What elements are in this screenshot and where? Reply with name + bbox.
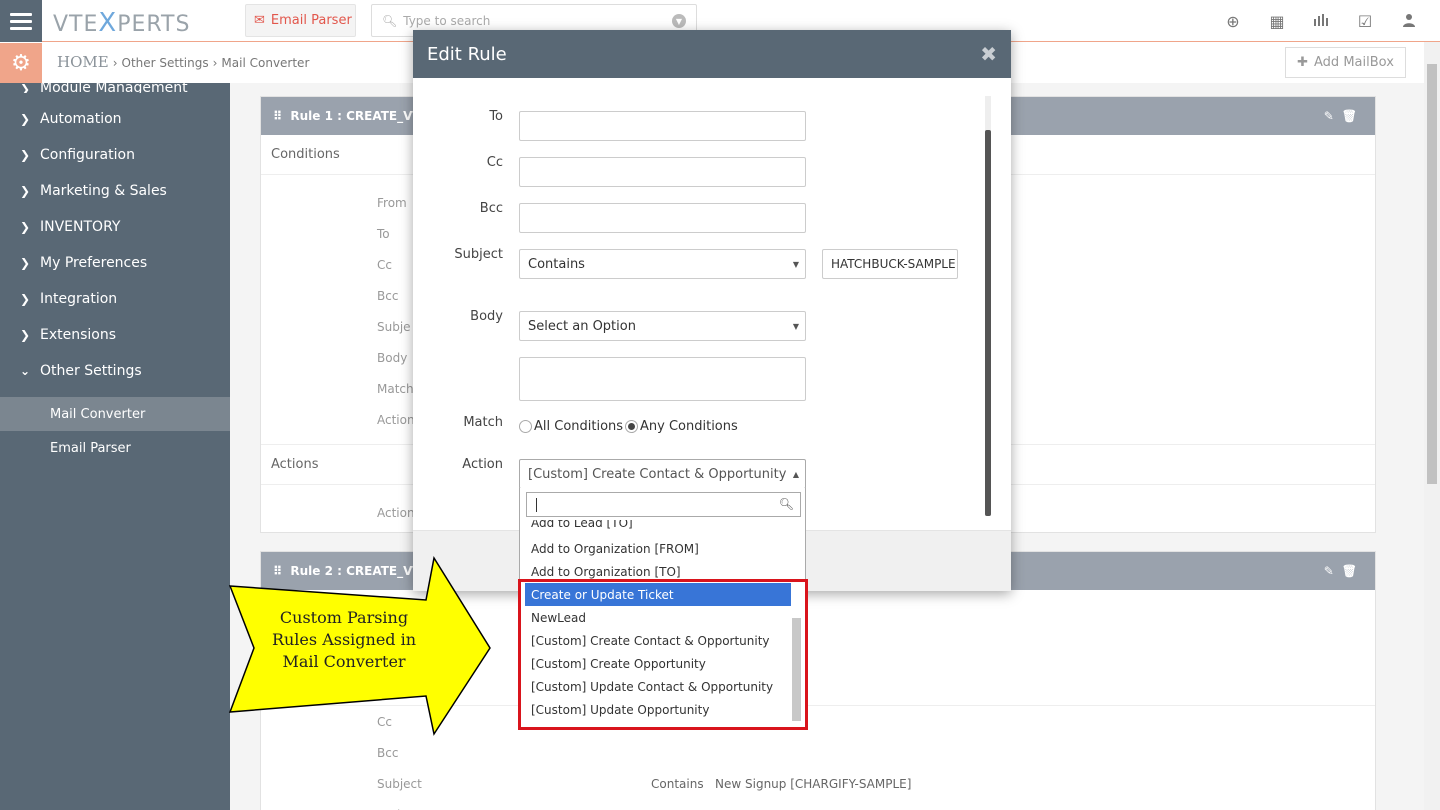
sidebar-subitem-email-parser[interactable]: Email Parser	[0, 431, 230, 465]
gear-icon[interactable]: ⚙	[0, 43, 42, 83]
user-icon[interactable]	[1398, 12, 1420, 31]
chevron-right-icon: ❯	[20, 112, 31, 126]
sidebar-item-extensions[interactable]: ❯ Extensions	[0, 317, 230, 353]
bar-chart-icon[interactable]	[1310, 12, 1332, 31]
action-label: Action	[462, 457, 503, 472]
caret-down-icon: ▼	[792, 260, 799, 269]
chevron-right-icon: ❯	[20, 184, 31, 198]
to-field[interactable]	[519, 111, 806, 141]
search-icon: 🔍︎	[778, 497, 794, 511]
sidebar-item-inventory[interactable]: ❯ INVENTORY	[0, 209, 230, 245]
sidebar-item-module-management[interactable]: ❯ Module Management	[0, 83, 230, 93]
dropdown-option[interactable]: [Custom] Create Opportunity	[525, 652, 791, 675]
match-all-radio[interactable]: All Conditions	[519, 419, 623, 434]
body-textarea[interactable]	[519, 357, 806, 401]
sidebar-item-marketing-sales[interactable]: ❯ Marketing & Sales	[0, 173, 230, 209]
dropdown-option[interactable]: [Custom] Update Opportunity	[525, 698, 791, 721]
field-label: Body	[261, 799, 1375, 810]
menu-icon[interactable]	[0, 0, 42, 42]
action-dropdown-list: 🔍︎ Add to Lead [TO] Add to Organization …	[519, 488, 806, 728]
trash-icon[interactable]: 🗑︎	[1342, 564, 1357, 578]
modal-title: Edit Rule	[427, 43, 507, 65]
match-any-radio[interactable]: Any Conditions	[625, 419, 738, 434]
sidebar-item-other-settings[interactable]: ⌄ Other Settings	[0, 353, 230, 389]
caret-up-icon: ▲	[792, 470, 799, 479]
drag-handle-icon[interactable]: ⠿	[273, 109, 282, 123]
dropdown-option[interactable]: [Custom] Create Contact & Opportunity	[525, 629, 791, 652]
chevron-right-icon: ❯	[20, 292, 31, 306]
field-label: Bcc	[377, 745, 399, 760]
breadcrumb-home[interactable]: HOME	[57, 53, 109, 71]
cc-label: Cc	[486, 155, 503, 170]
subject-operator-select[interactable]: Contains ▼	[519, 249, 806, 279]
dropdown-option[interactable]: [Custom] Update Contact & Opportunity	[525, 675, 791, 698]
page-scrollbar[interactable]	[1424, 42, 1440, 810]
calendar-icon[interactable]: ▦	[1266, 12, 1288, 31]
dropdown-option[interactable]: NewLead	[525, 606, 791, 629]
plus-circle-icon[interactable]: ⊕	[1222, 12, 1244, 31]
edit-icon[interactable]: ✎	[1324, 564, 1334, 578]
chevron-right-icon: ❯	[20, 148, 31, 162]
envelope-icon: ✉	[254, 13, 265, 28]
subject-value: Contains New Signup [CHARGIFY-SAMPLE]	[651, 776, 912, 791]
bcc-field[interactable]	[519, 203, 806, 233]
trash-icon[interactable]: 🗑︎	[1342, 109, 1357, 123]
checkbox-icon[interactable]: ☑	[1354, 12, 1376, 31]
annotation-callout-text: Custom Parsing Rules Assigned in Mail Co…	[271, 608, 417, 671]
chevron-down-icon[interactable]: ▼	[672, 14, 686, 28]
sidebar-subitem-mail-converter[interactable]: Mail Converter	[0, 397, 230, 431]
match-label: Match	[463, 415, 503, 430]
subject-value-field[interactable]: HATCHBUCK-SAMPLE	[822, 249, 958, 279]
bcc-label: Bcc	[479, 201, 503, 216]
sidebar-item-automation[interactable]: ❯ Automation	[0, 101, 230, 137]
field-row-subject: Subject Contains New Signup [CHARGIFY-SA…	[377, 776, 912, 791]
breadcrumb-other-settings[interactable]: Other Settings	[122, 56, 209, 70]
settings-sidebar: ❯ Module Management ❯ Automation ❯ Configu…	[0, 83, 230, 810]
chevron-right-icon: ❯	[20, 328, 31, 342]
sidebar-item-configuration[interactable]: ❯ Configuration	[0, 137, 230, 173]
chevron-right-icon: ❯	[20, 220, 31, 234]
add-mailbox-button[interactable]: ✚ Add MailBox	[1285, 47, 1406, 78]
breadcrumb: HOME › Other Settings › Mail Converter	[57, 53, 310, 71]
subject-label: Subject	[454, 247, 503, 262]
dropdown-option[interactable]: Add to Lead [TO]	[525, 520, 791, 530]
rule-title: Rule 1 : CREATE_VTE	[290, 109, 429, 123]
dropdown-scrollbar[interactable]	[792, 618, 801, 721]
vtexperts-logo[interactable]: VTEXPERTS	[53, 8, 190, 38]
dropdown-option-highlighted[interactable]: Create or Update Ticket	[525, 583, 791, 606]
caret-down-icon: ▼	[792, 322, 799, 331]
sidebar-item-integration[interactable]: ❯ Integration	[0, 281, 230, 317]
chevron-right-icon: ❯	[20, 256, 31, 270]
breadcrumb-mail-converter[interactable]: Mail Converter	[221, 56, 309, 70]
modal-scrollbar[interactable]	[985, 96, 991, 516]
modal-header: Edit Rule ✖	[413, 30, 1011, 78]
cc-field[interactable]	[519, 157, 806, 187]
plus-icon: ✚	[1297, 55, 1309, 70]
chevron-down-icon: ⌄	[20, 364, 31, 378]
dropdown-search-input[interactable]: 🔍︎	[526, 492, 801, 517]
sidebar-item-my-preferences[interactable]: ❯ My Preferences	[0, 245, 230, 281]
action-select[interactable]: [Custom] Create Contact & Opportunity ▲	[519, 459, 806, 489]
email-parser-module-button[interactable]: ✉ Email Parser	[245, 4, 356, 37]
to-label: To	[489, 109, 503, 124]
body-label: Body	[470, 309, 503, 324]
chevron-right-icon: ❯	[20, 83, 31, 93]
search-icon: 🔍︎	[382, 13, 398, 28]
edit-icon[interactable]: ✎	[1324, 109, 1334, 123]
dropdown-option[interactable]: Add to Organization [FROM]	[525, 537, 791, 560]
close-icon[interactable]: ✖	[980, 42, 997, 66]
body-operator-select[interactable]: Select an Option ▼	[519, 311, 806, 341]
dropdown-option[interactable]: Add to Organization [TO]	[525, 560, 791, 583]
